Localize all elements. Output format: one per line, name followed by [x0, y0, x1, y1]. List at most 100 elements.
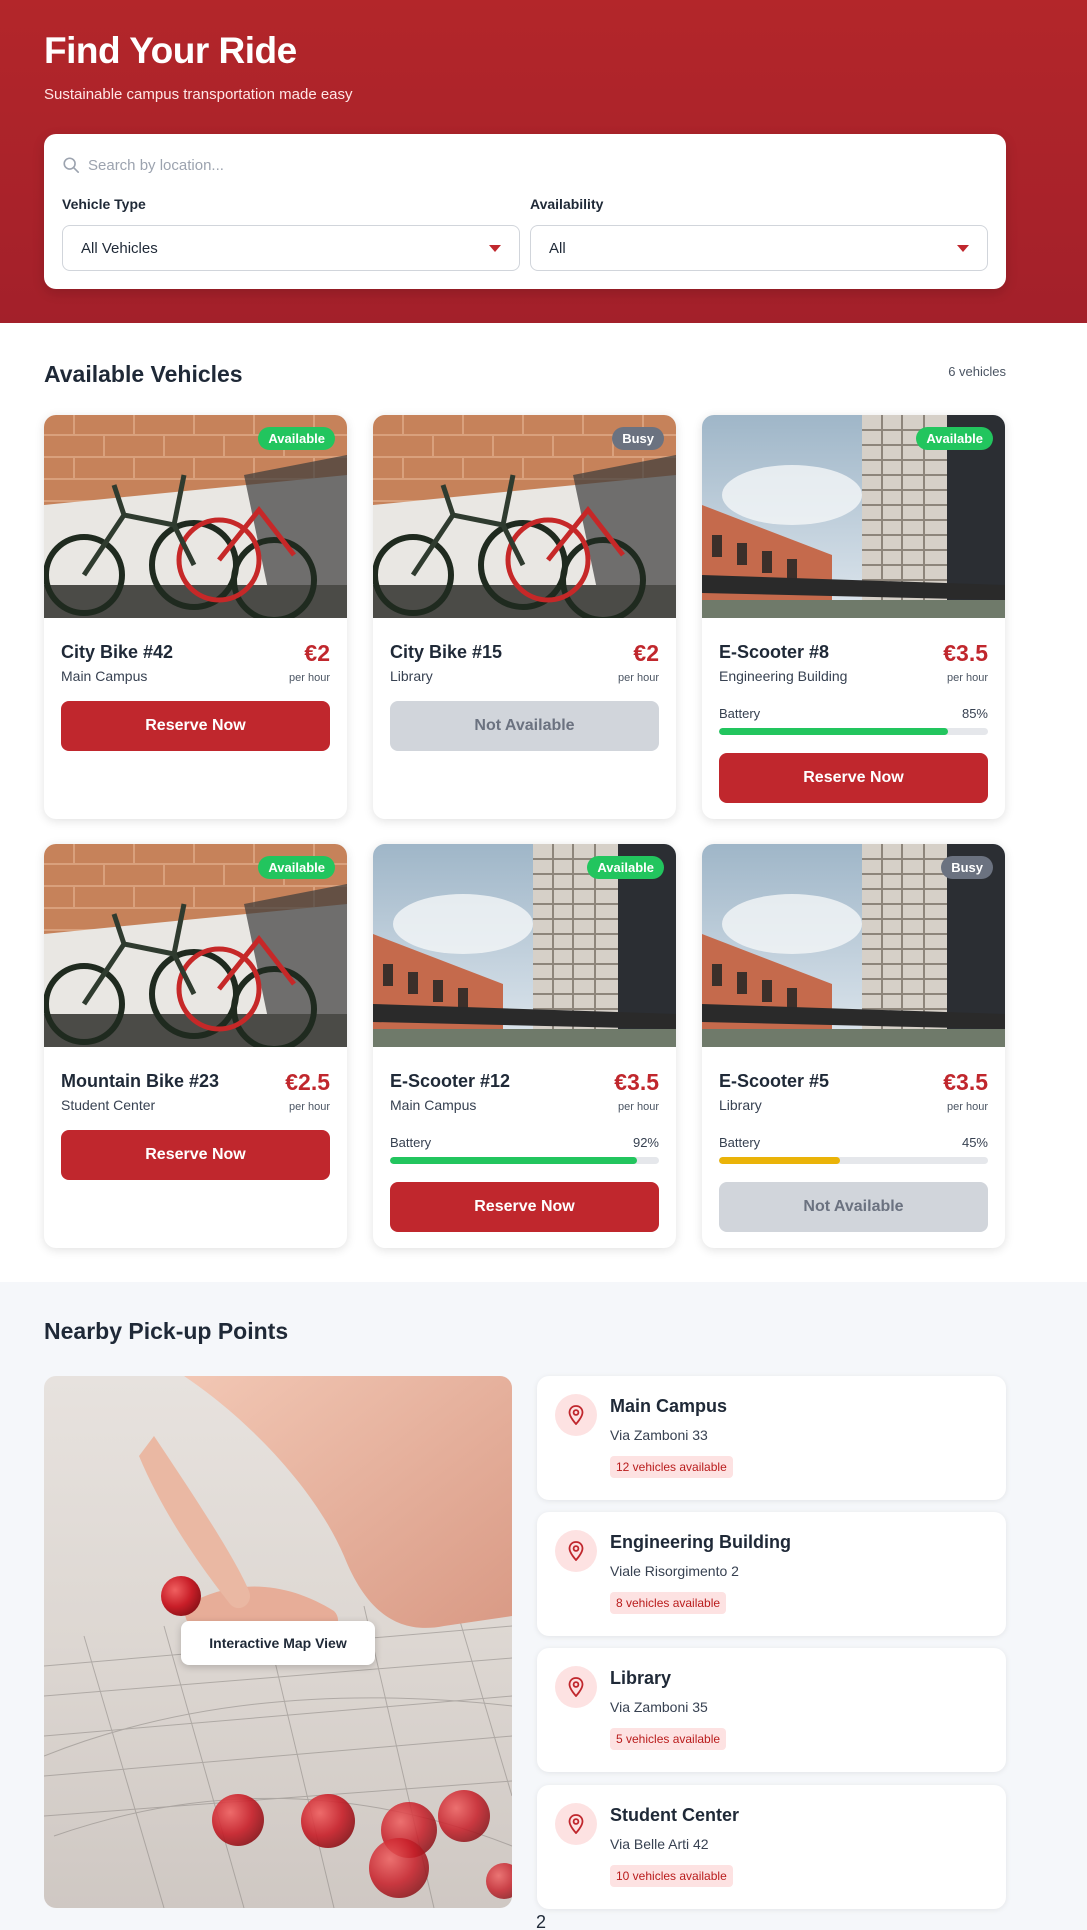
battery-bar — [390, 1157, 659, 1164]
vehicle-card[interactable]: Available Mountain Bike #23 Student Center… — [44, 844, 347, 1248]
vehicle-price: €2 — [633, 640, 659, 666]
availability-label: Availability — [530, 196, 604, 212]
chevron-down-icon — [957, 245, 969, 252]
battery-fill — [390, 1157, 638, 1164]
vehicle-info: E-Scooter #8 Engineering Building €3.5 per … — [702, 618, 1005, 819]
pickup-point-address: Via Zamboni 33 — [610, 1427, 708, 1443]
vehicle-name: E-Scooter #8 — [719, 642, 830, 662]
battery-bar — [719, 1157, 988, 1164]
pickup-point-address: Via Belle Arti 42 — [610, 1836, 709, 1852]
availability-select[interactable]: All — [530, 225, 988, 271]
vehicle-name: E-Scooter #12 — [390, 1071, 511, 1091]
status-badge: Available — [587, 856, 664, 879]
not-available-button: Not Available — [719, 1182, 988, 1232]
search-input[interactable] — [88, 156, 648, 174]
vehicle-location: Student Center — [61, 1097, 156, 1113]
vehicle-location: Library — [390, 668, 433, 684]
vehicles-available-badge: 10 vehicles available — [610, 1865, 733, 1887]
available-vehicles-title: Available Vehicles — [44, 361, 243, 387]
battery-value: 92% — [632, 1135, 659, 1150]
vehicle-type-label: Vehicle Type — [62, 196, 146, 212]
pickup-point-card[interactable]: Library Via Zamboni 35 5 vehicles availabl… — [537, 1648, 1006, 1772]
status-badge: Busy — [612, 427, 664, 450]
status-badge: Available — [916, 427, 993, 450]
reserve-now-button[interactable]: Reserve Now — [61, 1130, 330, 1180]
vehicles-available-badge: 5 vehicles available — [610, 1728, 727, 1750]
vehicle-name: E-Scooter #5 — [719, 1071, 830, 1091]
vehicle-name: City Bike #42 — [61, 642, 174, 662]
battery-value: 85% — [961, 706, 988, 721]
status-badge: Available — [258, 856, 335, 879]
price-unit: per hour — [618, 1101, 659, 1113]
battery-bar — [719, 728, 988, 735]
vehicle-price: €3.5 — [614, 1069, 659, 1095]
vehicle-photo: Busy — [702, 844, 1005, 1047]
pickup-point-address: Via Zamboni 35 — [610, 1699, 708, 1715]
pickup-point-name: Engineering Building — [610, 1532, 791, 1552]
pickup-point-address: Viale Risorgimento 2 — [610, 1563, 739, 1579]
vehicle-photo: Available — [44, 415, 347, 618]
vehicle-count: 6 vehicles — [948, 364, 1006, 379]
hero-header: Find Your Ride Sustainable campus transp… — [0, 0, 1087, 323]
price-unit: per hour — [947, 1101, 988, 1113]
vehicle-card[interactable]: Busy City Bike #15 Library €2 per hour Not Av… — [373, 415, 676, 819]
reserve-now-button[interactable]: Reserve Now — [719, 753, 988, 803]
vehicle-card[interactable]: Available E-Scooter #12 Main Campus €3.5 per… — [373, 844, 676, 1248]
battery-label: Battery — [719, 1135, 761, 1150]
pickup-point-name: Library — [610, 1668, 672, 1688]
vehicle-photo: Busy — [373, 415, 676, 618]
vehicle-type-value: All Vehicles — [81, 239, 158, 257]
vehicle-photo: Available — [44, 844, 347, 1047]
vehicle-name: City Bike #15 — [390, 642, 503, 662]
vehicles-available-badge: 8 vehicles available — [610, 1592, 727, 1614]
vehicle-type-select[interactable]: All Vehicles — [62, 225, 520, 271]
vehicle-location: Engineering Building — [719, 668, 848, 684]
vehicle-location: Main Campus — [61, 668, 148, 684]
reserve-now-button[interactable]: Reserve Now — [390, 1182, 659, 1232]
status-badge: Busy — [941, 856, 993, 879]
location-pin-icon — [555, 1394, 597, 1436]
reserve-now-button[interactable]: Reserve Now — [61, 701, 330, 751]
page-title: Find Your Ride — [44, 30, 297, 71]
price-unit: per hour — [289, 1101, 330, 1113]
battery-fill — [719, 728, 948, 735]
vehicle-photo: Available — [373, 844, 676, 1047]
pickup-point-card[interactable]: Student Center Via Belle Arti 42 10 vehicl… — [537, 1785, 1006, 1909]
price-unit: per hour — [289, 672, 330, 684]
vehicle-price: €2 — [304, 640, 330, 666]
vehicle-card[interactable]: Busy E-Scooter #5 Library €3.5 per hour Batte… — [702, 844, 1005, 1248]
vehicle-location: Library — [719, 1097, 762, 1113]
vehicle-photo: Available — [702, 415, 1005, 618]
battery-label: Battery — [390, 1135, 432, 1150]
page-subtitle: Sustainable campus transportation made e… — [44, 86, 353, 103]
battery-label: Battery — [719, 706, 761, 721]
battery-fill — [719, 1157, 841, 1164]
vehicle-info: City Bike #15 Library €2 per hour Not Availa… — [373, 618, 676, 819]
vehicle-card[interactable]: Available City Bike #42 Main Campus €2 per h… — [44, 415, 347, 819]
availability-value: All — [549, 239, 566, 257]
pickup-point-name: Main Campus — [610, 1396, 728, 1416]
vehicle-price: €2.5 — [285, 1069, 330, 1095]
not-available-button: Not Available — [390, 701, 659, 751]
vehicle-price: €3.5 — [943, 1069, 988, 1095]
search-bar[interactable] — [62, 152, 662, 178]
vehicle-info: Mountain Bike #23 Student Center €2.5 per h… — [44, 1047, 347, 1248]
search-icon — [63, 157, 80, 174]
map-view-label[interactable]: Interactive Map View — [181, 1621, 375, 1665]
vehicles-available-badge: 12 vehicles available — [610, 1456, 733, 1478]
vehicle-name: Mountain Bike #23 — [61, 1071, 220, 1091]
location-pin-icon — [555, 1666, 597, 1708]
vehicle-info: City Bike #42 Main Campus €2 per hour Reserv… — [44, 618, 347, 819]
nearby-title: Nearby Pick-up Points — [44, 1318, 289, 1344]
pickup-point-card[interactable]: Engineering Building Viale Risorgimento 2… — [537, 1512, 1006, 1636]
vehicle-info: E-Scooter #5 Library €3.5 per hour Battery 45… — [702, 1047, 1005, 1248]
price-unit: per hour — [947, 672, 988, 684]
vehicle-card[interactable]: Available E-Scooter #8 Engineering Buildin… — [702, 415, 1005, 819]
page-number: 2 — [536, 1912, 547, 1930]
price-unit: per hour — [618, 672, 659, 684]
filter-panel: Vehicle Type All Vehicles Availability A… — [44, 134, 1006, 289]
vehicle-location: Main Campus — [390, 1097, 477, 1113]
location-pin-icon — [555, 1530, 597, 1572]
pickup-point-card[interactable]: Main Campus Via Zamboni 33 12 vehicles ava… — [537, 1376, 1006, 1500]
chevron-down-icon — [489, 245, 501, 252]
